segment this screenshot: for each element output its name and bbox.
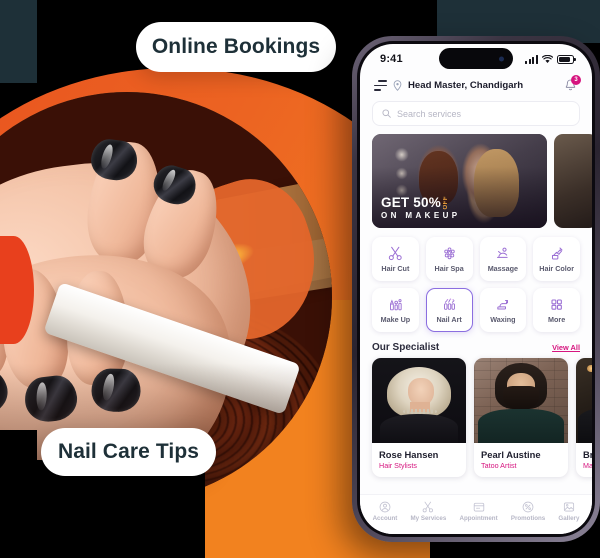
specialist-card[interactable]: Pearl Austine Tatoo Artist bbox=[474, 358, 568, 477]
service-category-grid: Hair Cut Hair Spa Massage Hair Color Mak… bbox=[360, 228, 592, 338]
dynamic-island bbox=[439, 48, 513, 69]
specialist-photo bbox=[372, 358, 466, 443]
service-label: Hair Color bbox=[539, 263, 574, 273]
hair-color-icon bbox=[552, 247, 563, 259]
service-more[interactable]: More bbox=[533, 288, 580, 332]
wifi-icon bbox=[542, 54, 553, 63]
nav-appointment[interactable]: Appointment bbox=[460, 501, 498, 522]
specialist-name: Pearl Austine bbox=[481, 449, 541, 460]
service-label: Make Up bbox=[380, 314, 411, 324]
service-hair-color[interactable]: Hair Color bbox=[533, 237, 580, 281]
specialists-title: Our Specialist bbox=[372, 342, 440, 353]
decor-black-strip-left bbox=[0, 430, 37, 558]
specialist-card[interactable]: Brian Parsons Massage Specialist bbox=[576, 358, 592, 477]
specialist-photo bbox=[474, 358, 568, 443]
waxing-icon bbox=[497, 299, 509, 309]
account-icon bbox=[379, 501, 391, 513]
specialists-list[interactable]: Rose Hansen Hair Stylists Pearl Austine … bbox=[360, 358, 592, 477]
specialist-name: Brian Parsons bbox=[583, 449, 592, 460]
nav-label: Gallery bbox=[558, 515, 580, 522]
nav-promotions[interactable]: Promotions bbox=[511, 501, 545, 522]
specialist-name: Rose Hansen bbox=[379, 449, 439, 460]
poster-canvas: Online Bookings Nail Care Tips 9:41 Head… bbox=[0, 0, 600, 558]
service-label: Nail Art bbox=[436, 314, 462, 324]
search-placeholder: Search services bbox=[397, 108, 462, 119]
service-waxing[interactable]: Waxing bbox=[479, 288, 527, 332]
scissors-icon bbox=[423, 501, 434, 513]
specialist-role: Hair Stylists bbox=[379, 461, 417, 470]
signal-bars-icon bbox=[525, 54, 538, 64]
nav-my-services[interactable]: My Services bbox=[410, 501, 447, 522]
massage-icon bbox=[497, 247, 509, 258]
grid-more-icon bbox=[551, 298, 562, 310]
status-time: 9:41 bbox=[380, 53, 403, 65]
specialist-role: Massage Specialist bbox=[583, 461, 592, 470]
battery-icon bbox=[557, 54, 576, 64]
location-label[interactable]: Head Master, Chandigarh bbox=[408, 80, 557, 91]
location-pin-icon bbox=[393, 80, 402, 91]
bottom-navigation: Account My Services Appointment Promotio… bbox=[360, 494, 592, 534]
promo-banner-carousel[interactable]: GET 50% OFF ON MAKEUP bbox=[360, 134, 592, 228]
hair-spa-icon bbox=[443, 246, 455, 259]
nav-label: Account bbox=[372, 515, 398, 522]
service-label: More bbox=[548, 314, 566, 324]
notification-badge: 3 bbox=[571, 75, 581, 85]
nav-gallery[interactable]: Gallery bbox=[558, 501, 579, 522]
scissors-icon bbox=[388, 246, 402, 260]
makeup-icon bbox=[389, 298, 402, 310]
specialists-header: Our Specialist View All bbox=[360, 338, 592, 358]
specialist-photo bbox=[576, 358, 592, 443]
service-label: Massage bbox=[487, 263, 519, 273]
nav-account[interactable]: Account bbox=[372, 501, 398, 522]
promo-off-label: OFF bbox=[442, 195, 449, 210]
service-label: Waxing bbox=[490, 314, 516, 324]
search-icon bbox=[382, 109, 391, 118]
status-bar: 9:41 bbox=[360, 44, 592, 70]
service-massage[interactable]: Massage bbox=[479, 237, 527, 281]
phone-mockup: 9:41 Head Master, Chandigarh 3 Search se… bbox=[352, 36, 600, 542]
promo-headline: GET 50% bbox=[381, 195, 441, 210]
promo-banner-makeup[interactable]: GET 50% OFF ON MAKEUP bbox=[372, 134, 547, 228]
service-hair-cut[interactable]: Hair Cut bbox=[372, 237, 419, 281]
calendar-icon bbox=[473, 502, 484, 512]
search-bar[interactable]: Search services bbox=[372, 101, 580, 126]
nail-art-icon bbox=[443, 298, 455, 310]
specialist-card[interactable]: Rose Hansen Hair Stylists bbox=[372, 358, 466, 477]
badge-nail-care-tips-label: Nail Care Tips bbox=[57, 440, 200, 463]
app-header: Head Master, Chandigarh 3 bbox=[360, 70, 592, 99]
service-make-up[interactable]: Make Up bbox=[372, 288, 419, 332]
decor-block-top-left bbox=[0, 0, 37, 83]
app-screen: 9:41 Head Master, Chandigarh 3 Search se… bbox=[360, 44, 592, 534]
specialist-role: Tatoo Artist bbox=[481, 461, 517, 470]
promotion-tag-icon bbox=[522, 501, 534, 513]
service-label: Hair Spa bbox=[434, 263, 464, 273]
service-nail-art[interactable]: Nail Art bbox=[425, 288, 473, 332]
badge-online-bookings-label: Online Bookings bbox=[151, 35, 321, 58]
service-hair-spa[interactable]: Hair Spa bbox=[425, 237, 473, 281]
nav-label: My Services bbox=[410, 515, 447, 522]
badge-online-bookings[interactable]: Online Bookings bbox=[136, 22, 336, 72]
badge-nail-care-tips[interactable]: Nail Care Tips bbox=[41, 428, 216, 476]
promo-subline: ON MAKEUP bbox=[381, 211, 461, 220]
nav-label: Promotions bbox=[510, 515, 546, 522]
nav-label: Appointment bbox=[459, 515, 498, 522]
notification-bell-icon[interactable]: 3 bbox=[563, 75, 581, 93]
view-all-link[interactable]: View All bbox=[552, 343, 580, 352]
promo-banner-next[interactable] bbox=[554, 134, 592, 228]
service-label: Hair Cut bbox=[381, 263, 410, 273]
gallery-image-icon bbox=[563, 502, 574, 512]
hamburger-menu-icon[interactable] bbox=[374, 80, 387, 91]
